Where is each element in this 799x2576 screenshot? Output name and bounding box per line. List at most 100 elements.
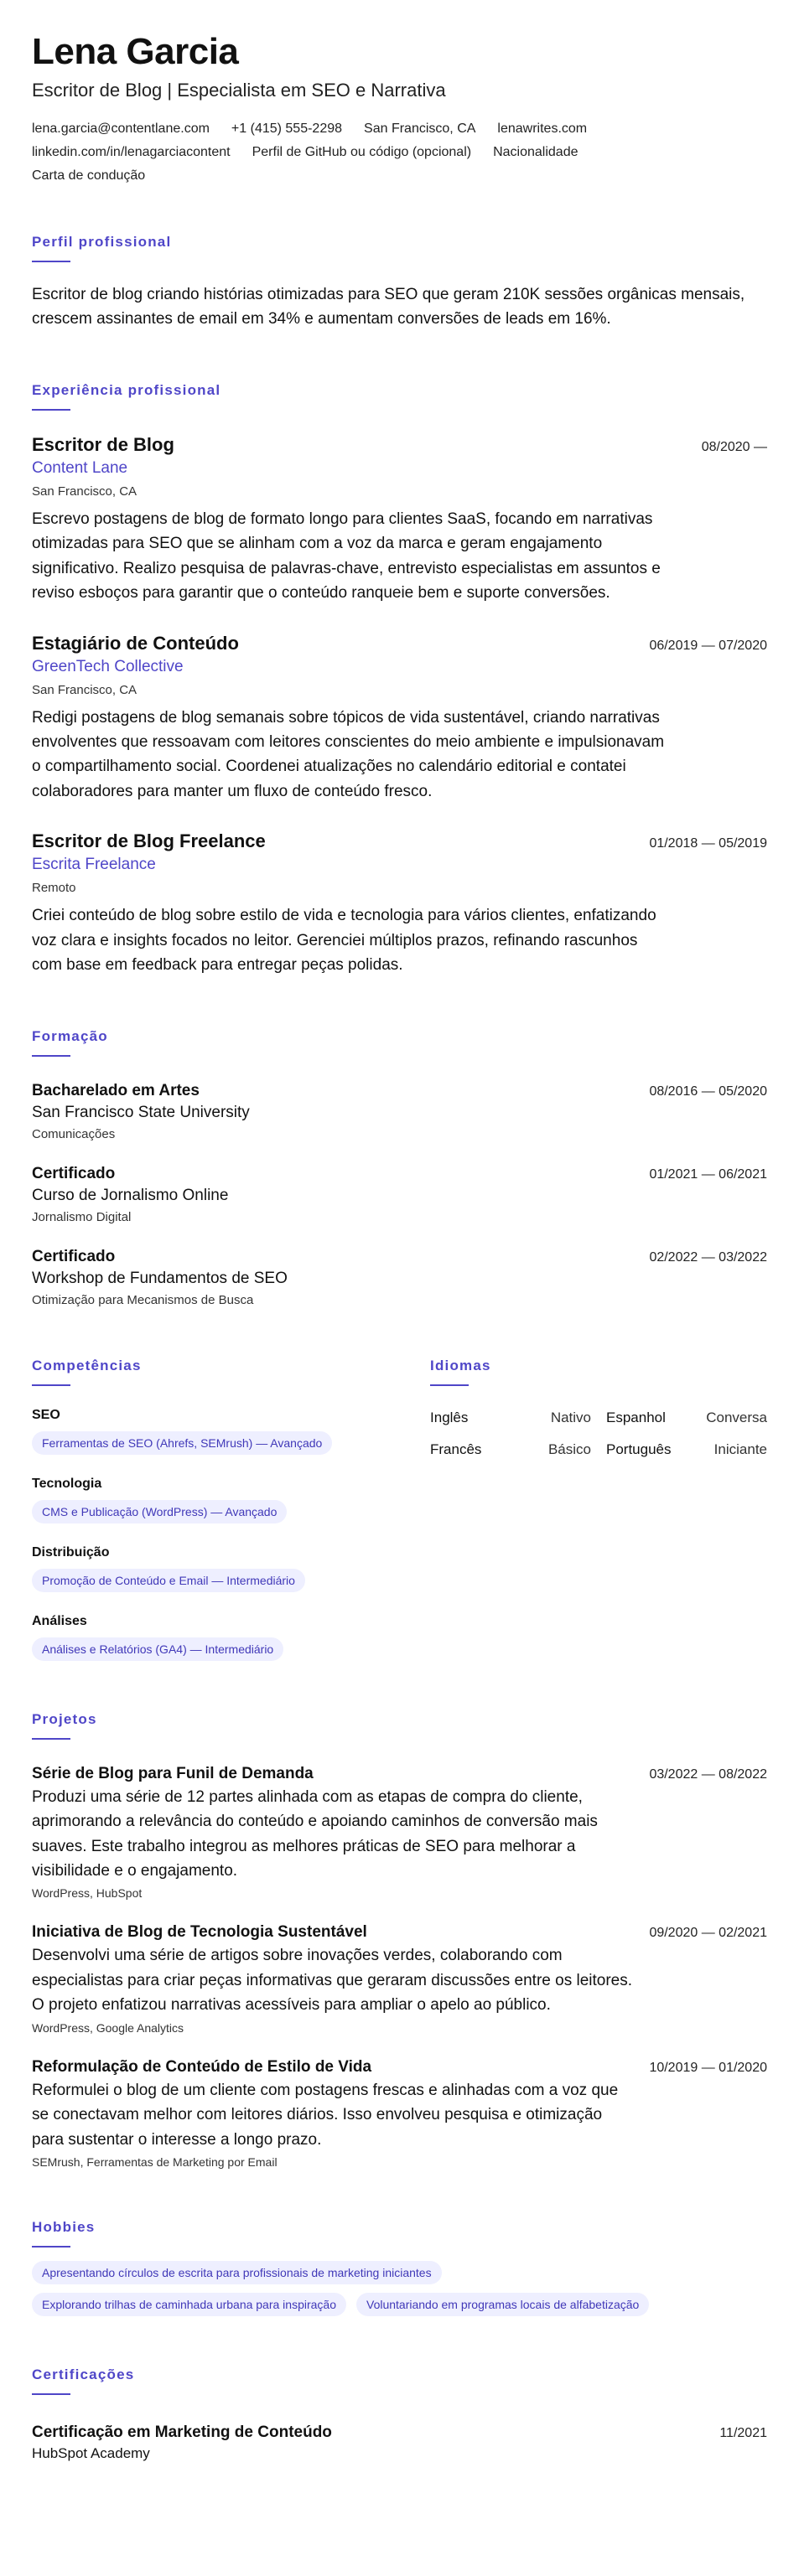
experience-item: Estagiário de Conteúdo 06/2019 — 07/2020… <box>32 633 767 804</box>
section-divider <box>32 1054 70 1057</box>
language-level: Iniciante <box>713 1441 767 1457</box>
education-institution: San Francisco State University <box>32 1103 250 1121</box>
skill-group: Análises Análises e Relatórios (GA4) — I… <box>32 1614 368 1661</box>
section-title-certifications: Certificações <box>32 2367 135 2383</box>
section-divider <box>32 408 70 411</box>
certification-name: Certificação em Marketing de Conteúdo <box>32 2423 332 2442</box>
experience-item: Escritor de Blog 08/2020 — Content Lane … <box>32 434 767 606</box>
education-degree: Certificado <box>32 1164 116 1182</box>
education-item: Bacharelado em Artes 08/2016 — 05/2020 S… <box>32 1082 767 1141</box>
education-item: Certificado 02/2022 — 03/2022 Workshop d… <box>32 1248 767 1307</box>
hobby-chip: Apresentando círculos de escrita para pr… <box>32 2261 442 2285</box>
job-company: Content Lane <box>32 458 128 477</box>
contact-nationality: Nacionalidade <box>493 144 578 159</box>
language-name: Português <box>606 1441 672 1457</box>
education-section: Formação Bacharelado em Artes 08/2016 — … <box>32 1028 767 1307</box>
language-item: Espanhol Conversa <box>606 1410 767 1426</box>
job-dates: 06/2019 — 07/2020 <box>649 638 767 653</box>
contact-list: lena.garcia@contentlane.com +1 (415) 555… <box>32 122 703 184</box>
profile-summary: Escritor de blog criando histórias otimi… <box>32 285 745 328</box>
job-title: Estagiário de Conteúdo <box>32 632 239 654</box>
project-dates: 10/2019 — 01/2020 <box>649 2060 767 2075</box>
project-dates: 03/2022 — 08/2022 <box>649 1766 767 1782</box>
resume-header: Lena Garcia Escritor de Blog | Especiali… <box>32 31 767 184</box>
hobby-list: Apresentando círculos de escrita para pr… <box>32 2261 753 2317</box>
section-title-projects: Projetos <box>32 1710 97 1727</box>
section-title-experience: Experiência profissional <box>32 381 221 398</box>
skill-group-name: Distribuição <box>32 1544 110 1560</box>
project-tech: WordPress, HubSpot <box>32 1886 143 1901</box>
hobbies-section: Hobbies Apresentando círculos de escrita… <box>32 2219 767 2317</box>
language-list: Inglês Nativo Espanhol Conversa Francês … <box>430 1410 767 1458</box>
section-title-hobbies: Hobbies <box>32 2219 96 2236</box>
section-divider <box>32 2393 70 2396</box>
candidate-name: Lena Garcia <box>32 31 239 72</box>
language-name: Francês <box>430 1441 482 1457</box>
certification-issuer: HubSpot Academy <box>32 2445 150 2462</box>
language-name: Inglês <box>430 1409 469 1425</box>
certification-item: Certificação em Marketing de Conteúdo 11… <box>32 2423 767 2462</box>
hobby-chip: Explorando trilhas de caminhada urbana p… <box>32 2293 346 2317</box>
skill-group-name: Tecnologia <box>32 1476 102 1491</box>
skill-group: Tecnologia CMS e Publicação (WordPress) … <box>32 1477 368 1523</box>
job-dates: 08/2020 — <box>701 439 767 454</box>
language-level: Conversa <box>706 1409 767 1425</box>
job-location: San Francisco, CA <box>32 484 137 499</box>
skill-chip: Promoção de Conteúdo e Email — Intermedi… <box>32 1568 305 1592</box>
education-item: Certificado 01/2021 — 06/2021 Curso de J… <box>32 1165 767 1224</box>
education-dates: 01/2021 — 06/2021 <box>649 1166 767 1182</box>
candidate-headline: Escritor de Blog | Especialista em SEO e… <box>32 80 446 101</box>
project-tech: SEMrush, Ferramentas de Marketing por Em… <box>32 2155 278 2170</box>
job-location: San Francisco, CA <box>32 682 137 697</box>
language-item: Francês Básico <box>430 1441 591 1458</box>
education-field: Otimização para Mecanismos de Busca <box>32 1292 254 1307</box>
section-title-skills: Competências <box>32 1357 142 1373</box>
contact-github[interactable]: Perfil de GitHub ou código (opcional) <box>252 145 471 160</box>
skill-chip: Análises e Relatórios (GA4) — Intermediá… <box>32 1637 284 1661</box>
project-item: Série de Blog para Funil de Demanda 03/2… <box>32 1765 767 1901</box>
project-dates: 09/2020 — 02/2021 <box>649 1926 767 1941</box>
section-divider <box>32 2246 70 2248</box>
job-title: Escritor de Blog Freelance <box>32 830 266 852</box>
skills-column: Competências SEO Ferramentas de SEO (Ahr… <box>32 1307 368 1661</box>
languages-column: Idiomas Inglês Nativo Espanhol Conversa … <box>430 1307 767 1661</box>
project-description: Reformulei o blog de um cliente com post… <box>32 2081 619 2149</box>
contact-linkedin[interactable]: linkedin.com/in/lenagarciacontent <box>32 145 231 160</box>
hobby-chip: Voluntariando em programas locais de alf… <box>356 2293 650 2317</box>
job-description: Escrevo postagens de blog de formato lon… <box>32 510 661 603</box>
section-divider <box>32 260 70 262</box>
contact-website[interactable]: lenawrites.com <box>497 122 587 137</box>
job-dates: 01/2018 — 05/2019 <box>649 836 767 851</box>
section-title-profile: Perfil profissional <box>32 233 172 250</box>
education-institution: Workshop de Fundamentos de SEO <box>32 1269 288 1287</box>
project-name: Série de Blog para Funil de Demanda <box>32 1764 314 1782</box>
education-degree: Certificado <box>32 1247 116 1265</box>
skill-group-name: SEO <box>32 1407 60 1422</box>
project-tech: WordPress, Google Analytics <box>32 2020 184 2035</box>
education-degree: Bacharelado em Artes <box>32 1081 200 1099</box>
job-description: Redigi postagens de blog semanais sobre … <box>32 708 665 800</box>
education-dates: 08/2016 — 05/2020 <box>649 1084 767 1099</box>
job-description: Criei conteúdo de blog sobre estilo de v… <box>32 907 656 975</box>
skills-languages-section: Competências SEO Ferramentas de SEO (Ahr… <box>32 1307 767 1661</box>
education-dates: 02/2022 — 03/2022 <box>649 1249 767 1265</box>
education-institution: Curso de Jornalismo Online <box>32 1186 229 1204</box>
job-title: Escritor de Blog <box>32 433 174 455</box>
experience-item: Escritor de Blog Freelance 01/2018 — 05/… <box>32 830 767 977</box>
job-location: Remoto <box>32 881 76 896</box>
language-item: Português Iniciante <box>606 1441 767 1458</box>
section-title-languages: Idiomas <box>430 1357 491 1373</box>
skill-group-name: Análises <box>32 1613 87 1628</box>
project-name: Iniciativa de Blog de Tecnologia Sustent… <box>32 1923 367 1942</box>
language-level: Nativo <box>550 1409 591 1425</box>
projects-section: Projetos Série de Blog para Funil de Dem… <box>32 1711 767 2169</box>
project-item: Iniciativa de Blog de Tecnologia Sustent… <box>32 1923 767 2034</box>
contact-phone[interactable]: +1 (415) 555-2298 <box>231 122 342 137</box>
education-field: Comunicações <box>32 1126 116 1141</box>
job-company: GreenTech Collective <box>32 657 184 675</box>
contact-email[interactable]: lena.garcia@contentlane.com <box>32 122 210 137</box>
section-divider <box>32 1737 70 1740</box>
language-item: Inglês Nativo <box>430 1410 591 1426</box>
skill-chip: CMS e Publicação (WordPress) — Avançado <box>32 1499 288 1523</box>
language-level: Básico <box>547 1441 591 1457</box>
